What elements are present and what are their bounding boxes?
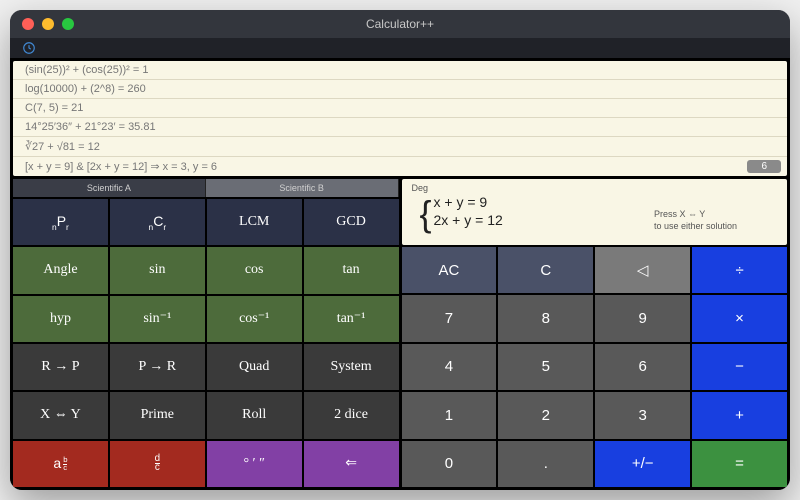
digit-4[interactable]: 4 — [402, 344, 497, 390]
npr-button[interactable]: nPr — [13, 199, 108, 245]
delete-button[interactable]: ◁ — [595, 247, 690, 293]
tab-scientific-a[interactable]: Scientific A — [13, 179, 206, 197]
roll-button[interactable]: Roll — [207, 392, 302, 438]
dice-button[interactable]: 2 dice — [304, 392, 399, 438]
panels: Scientific A Scientific B nPr nCr LCM GC… — [13, 179, 787, 487]
history-row[interactable]: C(7, 5) = 21 — [13, 99, 787, 118]
x-swap-y-button[interactable]: X ⇔ Y — [13, 392, 108, 438]
add-button[interactable]: + — [692, 392, 787, 438]
digit-9[interactable]: 9 — [595, 295, 690, 341]
close-icon[interactable] — [22, 18, 34, 30]
clock-icon[interactable] — [22, 41, 36, 55]
history-row[interactable]: [x + y = 9] & [2x + y = 12] ⇒ x = 3, y =… — [13, 157, 787, 176]
acos-button[interactable]: cos⁻¹ — [207, 296, 302, 342]
history-row[interactable]: (sin(25))² + (cos(25))² = 1 — [13, 61, 787, 80]
digit-1[interactable]: 1 — [402, 392, 497, 438]
numeric-keypad: AC C ◁ ÷ 7 8 9 × 4 5 6 − 1 2 3 + 0 — [402, 247, 788, 487]
digit-2[interactable]: 2 — [498, 392, 593, 438]
display-hint: Press X ⇔ Y to use either solution — [654, 209, 737, 232]
toolbar — [10, 38, 790, 58]
sin-button[interactable]: sin — [110, 247, 205, 293]
backspace-button[interactable]: ⇐ — [304, 441, 399, 487]
lcm-button[interactable]: LCM — [207, 199, 302, 245]
gcd-button[interactable]: GCD — [304, 199, 399, 245]
tab-scientific-b[interactable]: Scientific B — [206, 179, 399, 197]
quad-button[interactable]: Quad — [207, 344, 302, 390]
history-row[interactable]: log(10000) + (2^8) = 260 — [13, 80, 787, 99]
titlebar: Calculator++ — [10, 10, 790, 38]
history-count-badge: 6 — [747, 160, 781, 173]
atan-button[interactable]: tan⁻¹ — [304, 296, 399, 342]
content-area: (sin(25))² + (cos(25))² = 1 log(10000) +… — [10, 58, 790, 490]
mixed-fraction-button[interactable]: abc — [13, 441, 108, 487]
zoom-icon[interactable] — [62, 18, 74, 30]
history-row[interactable]: ∛27 + √81 = 12 — [13, 137, 787, 157]
brace-icon: { — [420, 191, 432, 238]
history-row[interactable]: 14°25′36″ + 21°23′ = 35.81 — [13, 118, 787, 137]
system-button[interactable]: System — [304, 344, 399, 390]
plus-minus-button[interactable]: +/− — [595, 441, 690, 487]
digit-8[interactable]: 8 — [498, 295, 593, 341]
clear-button[interactable]: C — [498, 247, 593, 293]
ac-button[interactable]: AC — [402, 247, 497, 293]
polar-to-rect-button[interactable]: P → R — [110, 344, 205, 390]
window-title: Calculator++ — [10, 17, 790, 31]
hyp-button[interactable]: hyp — [13, 296, 108, 342]
scientific-panel: Scientific A Scientific B nPr nCr LCM GC… — [13, 179, 399, 487]
display: Deg { x + y = 9 2x + y = 12 Press X ⇔ Y … — [402, 179, 788, 245]
dms-button[interactable]: ° ′ ″ — [207, 441, 302, 487]
angle-mode: Deg — [412, 183, 778, 193]
digit-6[interactable]: 6 — [595, 344, 690, 390]
keypad-panel: Deg { x + y = 9 2x + y = 12 Press X ⇔ Y … — [402, 179, 788, 487]
window-controls — [10, 18, 74, 30]
asin-button[interactable]: sin⁻¹ — [110, 296, 205, 342]
prime-button[interactable]: Prime — [110, 392, 205, 438]
ncr-button[interactable]: nCr — [110, 199, 205, 245]
divide-button[interactable]: ÷ — [692, 247, 787, 293]
history-panel: (sin(25))² + (cos(25))² = 1 log(10000) +… — [13, 61, 787, 176]
rect-to-polar-button[interactable]: R → P — [13, 344, 108, 390]
minimize-icon[interactable] — [42, 18, 54, 30]
equals-button[interactable]: = — [692, 441, 787, 487]
angle-button[interactable]: Angle — [13, 247, 108, 293]
cos-button[interactable]: cos — [207, 247, 302, 293]
tan-button[interactable]: tan — [304, 247, 399, 293]
improper-fraction-button[interactable]: dc — [110, 441, 205, 487]
digit-0[interactable]: 0 — [402, 441, 497, 487]
subtract-button[interactable]: − — [692, 344, 787, 390]
decimal-button[interactable]: . — [498, 441, 593, 487]
digit-7[interactable]: 7 — [402, 295, 497, 341]
digit-3[interactable]: 3 — [595, 392, 690, 438]
digit-5[interactable]: 5 — [498, 344, 593, 390]
app-window: Calculator++ (sin(25))² + (cos(25))² = 1… — [10, 10, 790, 490]
scientific-grid: nPr nCr LCM GCD Angle sin cos tan hyp si… — [13, 199, 399, 487]
scientific-tabs: Scientific A Scientific B — [13, 179, 399, 197]
multiply-button[interactable]: × — [692, 295, 787, 341]
